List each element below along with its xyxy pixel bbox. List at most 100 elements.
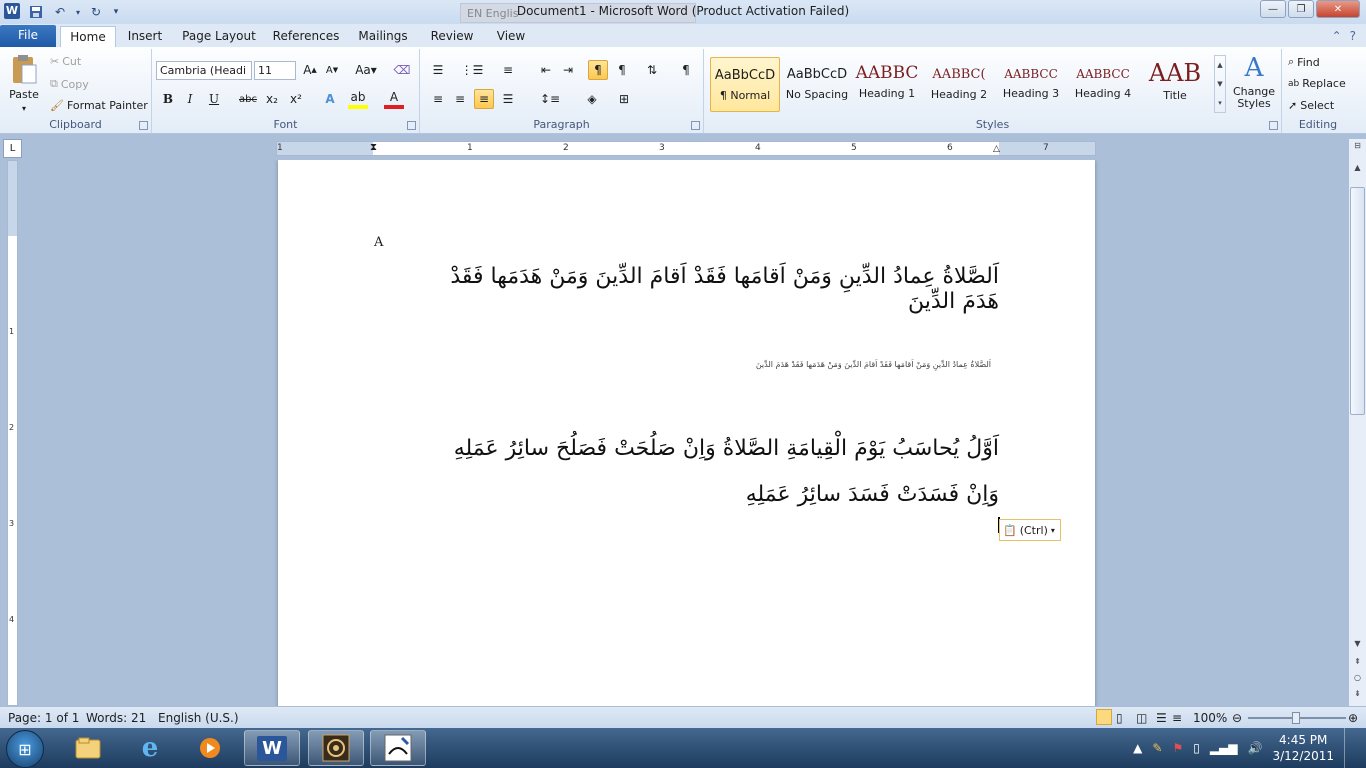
cut-button[interactable]: ✂ Cut <box>50 55 81 68</box>
justify-icon[interactable]: ☰ <box>498 89 518 109</box>
web-layout-icon[interactable]: ◫ <box>1136 711 1147 725</box>
word-taskbar-icon[interactable]: W <box>244 730 300 766</box>
view-ruler-icon[interactable]: ⊟ <box>1350 141 1365 156</box>
clear-formatting-icon[interactable]: ⌫ <box>392 60 412 80</box>
increase-indent-icon[interactable]: ⇥ <box>558 60 578 80</box>
numbering-icon[interactable]: ⋮☰ <box>461 60 484 80</box>
explorer-icon[interactable] <box>60 730 116 766</box>
ltr-direction-icon[interactable]: ¶ <box>588 60 608 80</box>
shrink-font-icon[interactable]: A ▼ <box>322 60 342 80</box>
format-painter-button[interactable]: 🖌 Format Painter <box>50 99 148 112</box>
style-heading-3[interactable]: AABBCC Heading 3 <box>996 57 1066 112</box>
change-styles-button[interactable]: A Change Styles <box>1230 53 1278 110</box>
select-button[interactable]: ➚ Select <box>1288 99 1334 112</box>
line-spacing-icon[interactable]: ↕≡ <box>540 89 560 109</box>
font-size-combobox[interactable]: 11 <box>254 61 296 80</box>
text-effects-icon[interactable]: A <box>320 89 340 109</box>
paste-button[interactable]: Paste ▾ <box>6 53 42 113</box>
media-player-icon[interactable] <box>182 730 238 766</box>
clock[interactable]: 4:45 PM 3/12/2011 <box>1272 732 1334 764</box>
show-desktop-button[interactable] <box>1344 728 1356 768</box>
show-formatting-icon[interactable]: ¶ <box>676 60 696 80</box>
tab-home[interactable]: Home <box>60 26 116 47</box>
style-title[interactable]: AAB Title <box>1140 57 1210 112</box>
help-icon[interactable]: ? <box>1350 29 1356 43</box>
paste-options-button[interactable]: 📋 (Ctrl) ▾ <box>999 519 1061 541</box>
tab-review[interactable]: Review <box>426 26 478 47</box>
superscript-button[interactable]: x² <box>286 89 306 109</box>
font-color-icon[interactable]: A <box>384 89 404 109</box>
browse-object-icon[interactable]: ○ <box>1350 673 1365 688</box>
tab-insert[interactable]: Insert <box>122 26 168 47</box>
tab-page-layout[interactable]: Page Layout <box>180 26 258 47</box>
shading-icon[interactable]: ◈ <box>582 89 602 109</box>
calligraphy-app-icon[interactable] <box>370 730 426 766</box>
vertical-ruler[interactable]: 1 2 3 4 <box>7 160 18 706</box>
minimize-button[interactable]: — <box>1260 0 1286 18</box>
pen-tool-icon[interactable]: ✎ <box>1152 741 1162 755</box>
multilevel-list-icon[interactable]: ≡ <box>498 60 518 80</box>
zoom-level[interactable]: 100% <box>1193 711 1227 725</box>
subscript-button[interactable]: x₂ <box>262 89 282 109</box>
vertical-scrollbar[interactable]: ⊟ ▲ ▼ ⇞ ○ ⇟ <box>1349 139 1366 706</box>
replace-button[interactable]: ab Replace <box>1288 77 1346 90</box>
outline-view-icon[interactable]: ☰ <box>1156 711 1167 725</box>
bullets-icon[interactable]: ☰ <box>428 60 448 80</box>
scroll-up-icon[interactable]: ▲ <box>1350 163 1365 178</box>
underline-button[interactable]: U <box>204 89 224 109</box>
find-button[interactable]: ⌕ Find <box>1288 55 1320 69</box>
style-heading-4[interactable]: AABBCC Heading 4 <box>1068 57 1138 112</box>
style-normal[interactable]: AaBbCcD ¶ Normal <box>710 57 780 112</box>
font-launcher-icon[interactable] <box>407 121 416 130</box>
maximize-button[interactable]: ❐ <box>1288 0 1314 18</box>
grow-font-icon[interactable]: A ▲ <box>300 60 320 80</box>
indent-marker-icon[interactable]: ⧗ <box>370 142 377 153</box>
copy-button[interactable]: ⧉ Copy <box>50 77 89 91</box>
scrollbar-thumb[interactable] <box>1350 187 1365 415</box>
tab-view[interactable]: View <box>490 26 532 47</box>
next-page-icon[interactable]: ⇟ <box>1350 689 1365 704</box>
zoom-in-icon[interactable]: ⊕ <box>1348 711 1358 725</box>
internet-explorer-icon[interactable]: e <box>122 730 178 766</box>
bold-button[interactable]: B <box>158 89 178 109</box>
action-center-icon[interactable]: ⚑ <box>1172 741 1183 755</box>
styles-launcher-icon[interactable] <box>1269 121 1278 130</box>
draft-view-icon[interactable]: ≡ <box>1172 711 1182 725</box>
italic-button[interactable]: I <box>180 89 200 109</box>
app-taskbar-icon[interactable] <box>308 730 364 766</box>
start-button[interactable]: ⊞ <box>6 730 44 768</box>
highlight-icon[interactable]: ab <box>348 89 368 109</box>
align-right-icon[interactable]: ≡ <box>474 89 494 109</box>
strikethrough-button[interactable]: abc <box>238 89 258 109</box>
decrease-indent-icon[interactable]: ⇤ <box>536 60 556 80</box>
volume-icon[interactable]: 🔊 <box>1248 741 1263 755</box>
rtl-direction-icon[interactable]: ¶ <box>612 60 632 80</box>
tab-references[interactable]: References <box>270 26 342 47</box>
align-left-icon[interactable]: ≡ <box>428 89 448 109</box>
font-name-combobox[interactable]: Cambria (Headi <box>156 61 252 80</box>
style-heading-2[interactable]: AABBC( Heading 2 <box>924 57 994 112</box>
print-layout-icon[interactable] <box>1096 709 1112 725</box>
horizontal-ruler[interactable]: 1 1 2 3 4 5 6 7 ⧗ △ <box>276 141 1096 156</box>
minimize-ribbon-icon[interactable]: ⌃ <box>1332 29 1342 43</box>
styles-gallery-scroll[interactable]: ▲ ▼ ▾ <box>1214 55 1226 113</box>
close-button[interactable]: ✕ <box>1316 0 1360 18</box>
paste-dropdown-icon[interactable]: ▾ <box>22 104 26 113</box>
change-case-icon[interactable]: Aa▾ <box>352 60 380 80</box>
document-page[interactable]: A اَلصَّلاةُ عِمادُ الدِّينِ وَمَنْ اَقا… <box>278 160 1095 706</box>
align-center-icon[interactable]: ≡ <box>450 89 470 109</box>
word-count[interactable]: Words: 21 <box>86 711 146 725</box>
style-heading-1[interactable]: AABBC Heading 1 <box>852 57 922 112</box>
right-indent-marker-icon[interactable]: △ <box>993 144 1000 154</box>
tab-mailings[interactable]: Mailings <box>354 26 412 47</box>
tab-file[interactable]: File <box>0 25 56 47</box>
style-no-spacing[interactable]: AaBbCcD No Spacing <box>782 57 852 112</box>
zoom-out-icon[interactable]: ⊖ <box>1232 711 1242 725</box>
language-indicator[interactable]: English (U.S.) <box>158 711 239 725</box>
battery-icon[interactable]: ▯ <box>1193 741 1200 755</box>
page-count[interactable]: Page: 1 of 1 <box>8 711 79 725</box>
zoom-slider-knob[interactable] <box>1292 712 1300 724</box>
scroll-down-icon[interactable]: ▼ <box>1350 639 1365 654</box>
full-screen-reading-icon[interactable]: ▯ <box>1116 711 1123 725</box>
show-hidden-icons-icon[interactable]: ▲ <box>1133 741 1142 755</box>
